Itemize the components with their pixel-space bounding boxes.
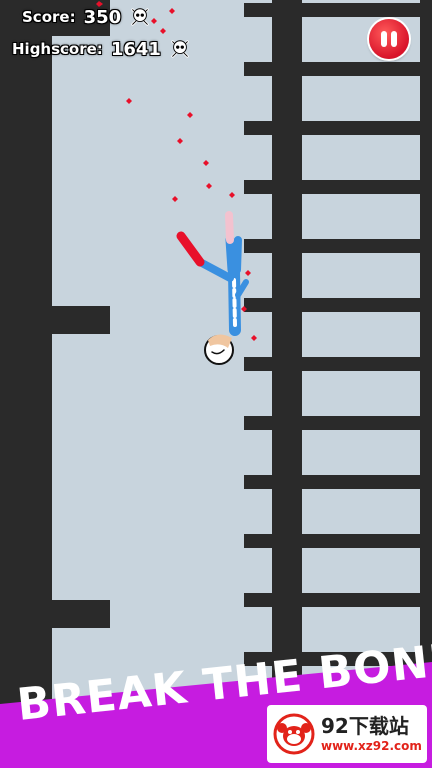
- score-label: Score:: [22, 8, 76, 26]
- skull-crossbones-icon: [171, 40, 189, 58]
- skull-crossbones-icon: [131, 8, 149, 26]
- score-display: Score: 350: [22, 6, 151, 28]
- watermark-url: www.xz92.com: [321, 739, 422, 753]
- score-value: 350: [83, 6, 122, 28]
- monkey-logo-icon: [273, 713, 315, 755]
- pause-button[interactable]: [369, 19, 409, 59]
- highscore-label: Highscore:: [12, 40, 103, 58]
- watermark-title: 92下载站: [321, 714, 409, 738]
- highscore-display: Highscore: 1641: [12, 38, 191, 60]
- pause-icon: [379, 31, 399, 47]
- highscore-value: 1641: [110, 38, 161, 60]
- watermark: 92下载站 www.xz92.com: [267, 705, 427, 763]
